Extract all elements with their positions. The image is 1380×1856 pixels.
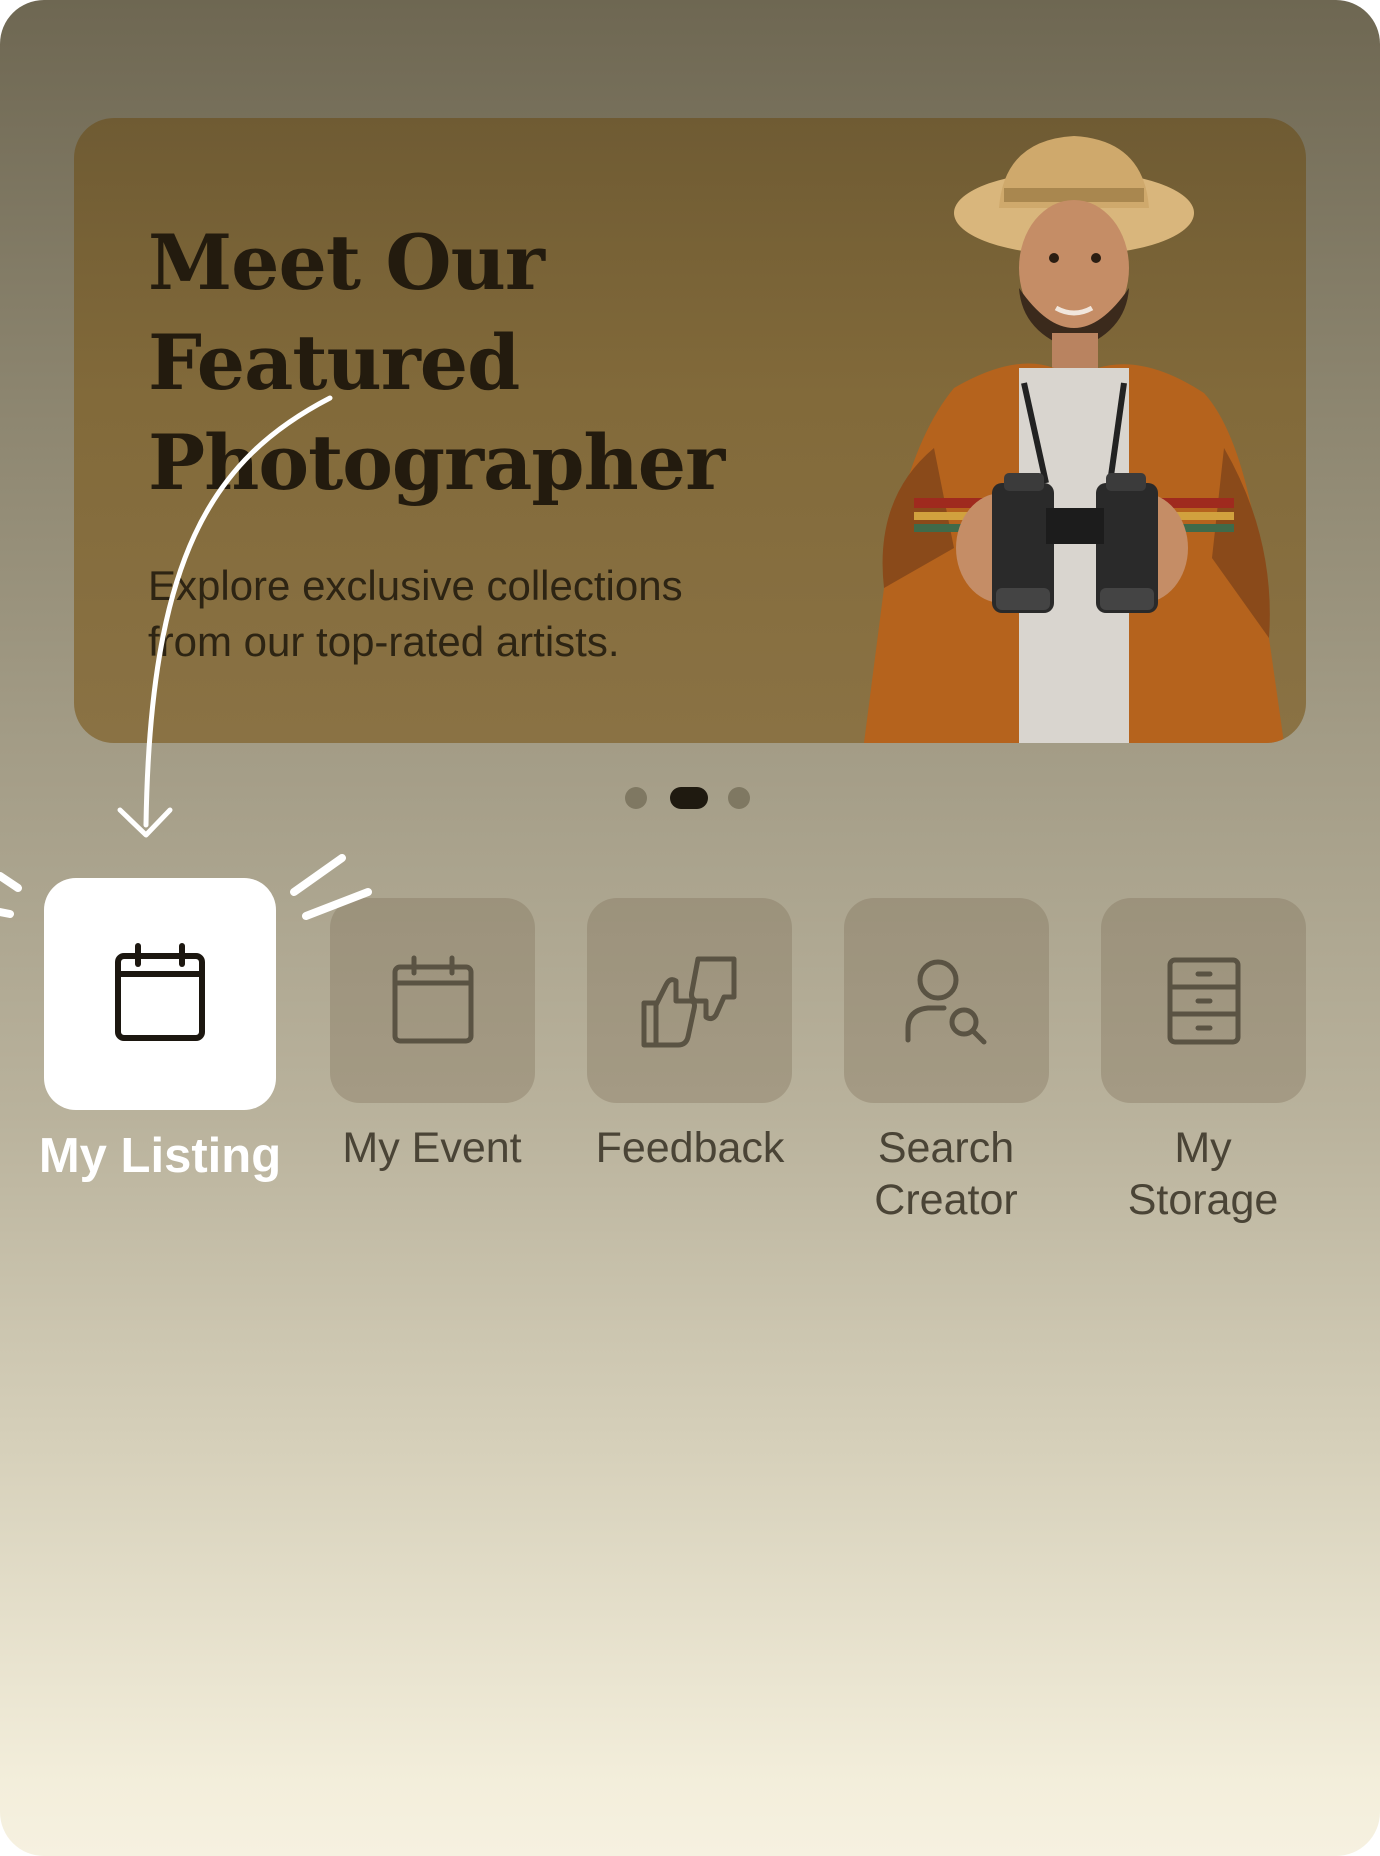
banner-subtitle-line-2: from our top-rated artists. [148, 618, 620, 665]
my-storage-label-line-2: Storage [1127, 1176, 1279, 1224]
quick-actions-row: My Listing My Event Feedback Search Crea… [0, 860, 1380, 1260]
my-event-label: My Event [342, 1124, 522, 1172]
cabinet-icon [1167, 957, 1240, 1044]
carousel-dot-1[interactable] [625, 787, 647, 809]
thumbs-up-down-icon [641, 956, 736, 1047]
banner-title-line-1: Meet Our [148, 218, 545, 307]
my-listing-button[interactable] [44, 878, 276, 1110]
calendar-icon [392, 955, 473, 1043]
banner-title: Meet Our Featured Photographer [148, 213, 748, 513]
photographer-image [864, 136, 1284, 743]
my-storage-label: My Storage [1083, 1122, 1323, 1226]
user-search-icon [905, 959, 986, 1044]
carousel-dot-3[interactable] [728, 787, 750, 809]
search-creator-label: Search Creator [826, 1122, 1066, 1226]
banner-subtitle: Explore exclusive collections from our t… [148, 558, 788, 670]
banner-title-line-2: Featured [148, 318, 520, 407]
my-listing-label: My Listing [38, 1129, 282, 1183]
calendar-icon [115, 943, 205, 1041]
search-creator-button[interactable] [844, 898, 1049, 1103]
feedback-button[interactable] [587, 898, 792, 1103]
feedback-label: Feedback [595, 1124, 785, 1172]
featured-photographer-banner[interactable]: Meet Our Featured Photographer Explore e… [74, 118, 1306, 743]
my-event-button[interactable] [330, 898, 535, 1103]
banner-title-line-3: Photographer [148, 418, 725, 507]
my-storage-button[interactable] [1101, 898, 1306, 1103]
my-storage-label-line-1: My [1174, 1124, 1232, 1172]
carousel-indicator [625, 787, 755, 809]
carousel-dot-2-active[interactable] [670, 787, 708, 809]
search-creator-label-line-1: Search [877, 1124, 1015, 1172]
search-creator-label-line-2: Creator [874, 1176, 1018, 1224]
app-screen: Meet Our Featured Photographer Explore e… [0, 0, 1380, 1856]
banner-subtitle-line-1: Explore exclusive collections [148, 562, 683, 609]
